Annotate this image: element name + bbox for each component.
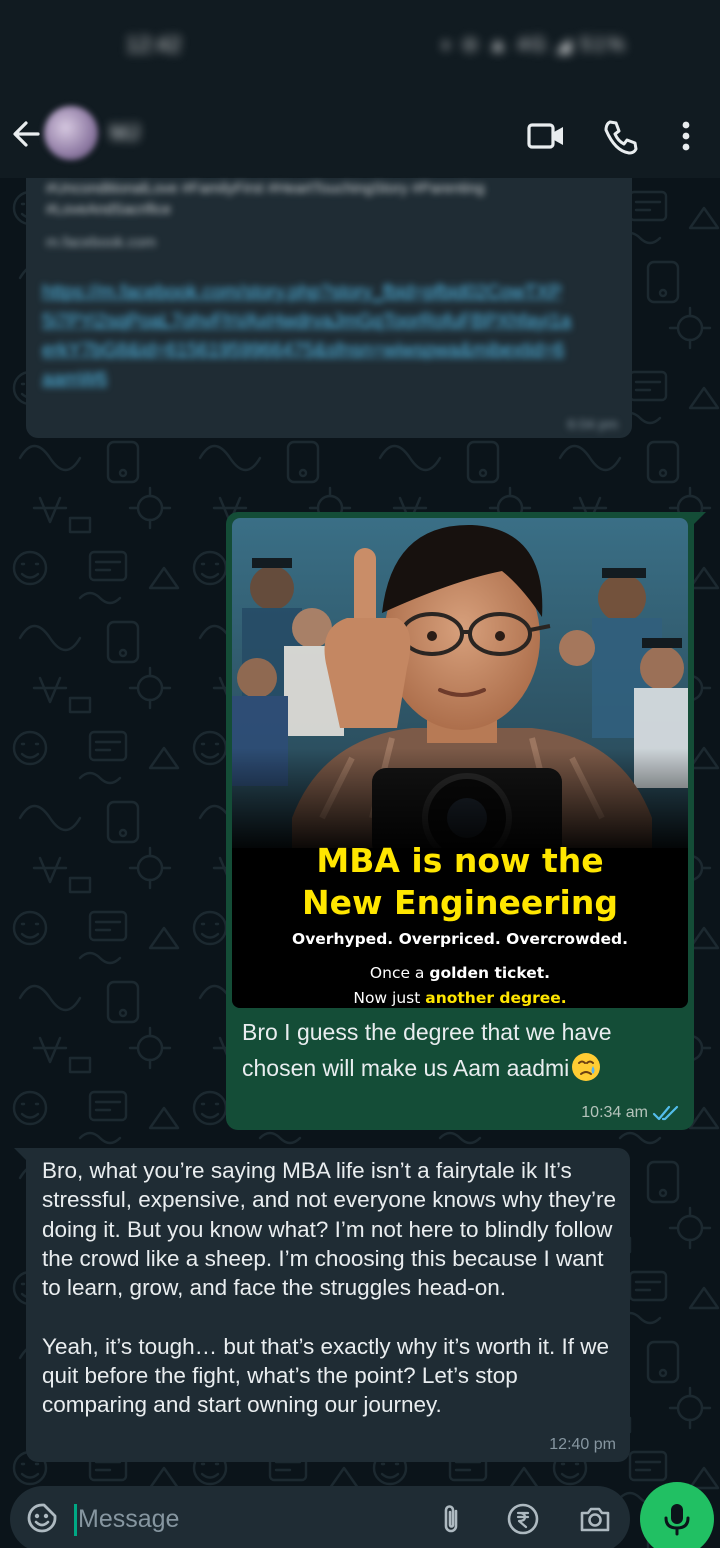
rupee-payment-icon xyxy=(507,1503,539,1535)
link-hashtags: #UnconditionalLove #FamilyFirst #HeartTo… xyxy=(46,180,485,218)
link-message-bubble[interactable]: #UnconditionalLove #FamilyFirst #HeartTo… xyxy=(26,178,632,438)
chat-header: MJ xyxy=(0,90,720,178)
message-time: 6:04 pm xyxy=(567,416,618,432)
attach-button[interactable] xyxy=(436,1502,470,1536)
poster-line3-bold: golden ticket. xyxy=(429,964,551,982)
back-button[interactable] xyxy=(8,114,44,154)
poster-headline: MBA is now the New Engineering xyxy=(232,840,688,924)
avatar[interactable] xyxy=(44,106,98,160)
poster-headline-line1: MBA is now the xyxy=(316,841,604,880)
poster-image[interactable]: MBA is now the New Engineering Overhyped… xyxy=(232,518,688,1008)
more-vert-icon xyxy=(682,121,690,151)
camera-icon xyxy=(580,1507,610,1532)
poster-line3-prefix: Once a xyxy=(369,964,430,982)
attach-icon xyxy=(444,1505,458,1533)
poster-headline-line2: New Engineering xyxy=(302,883,618,922)
bubble-tail xyxy=(692,512,706,526)
double-check-read-icon xyxy=(652,1105,679,1121)
voice-message-button[interactable] xyxy=(640,1482,714,1548)
message-time: 10:34 am xyxy=(581,1104,648,1121)
payment-button[interactable] xyxy=(506,1502,540,1536)
message-input[interactable] xyxy=(78,1498,418,1540)
video-call-icon xyxy=(527,123,563,149)
link-domain: m.facebook.com xyxy=(46,234,157,251)
text-caret xyxy=(74,1504,77,1536)
crying-face-emoji xyxy=(572,1053,601,1081)
message-text: Bro, what you’re saying MBA life isn’t a… xyxy=(42,1158,617,1418)
status-time: 12:42 xyxy=(126,32,182,57)
emoji-sticker-icon xyxy=(27,1503,57,1533)
message-composer xyxy=(10,1486,630,1548)
contact-name[interactable]: MJ xyxy=(110,120,139,146)
voice-call-button[interactable] xyxy=(598,114,642,158)
outgoing-image-message[interactable]: MBA is now the New Engineering Overhyped… xyxy=(226,512,694,1130)
emoji-button[interactable] xyxy=(26,1502,58,1534)
video-call-button[interactable] xyxy=(524,114,568,158)
status-icons: ◗ ⊝ ▲ 4G ◢ 51% xyxy=(440,34,627,56)
chat-screen: 12:42 ◗ ⊝ ▲ 4G ◢ 51% MJ #UnconditionalLo… xyxy=(0,0,720,1548)
poster-line4-highlight: another degree. xyxy=(425,989,567,1007)
poster-line4-prefix: Now just xyxy=(353,989,426,1007)
back-arrow-icon xyxy=(13,121,40,147)
poster-line-another-degree: Now just another degree. xyxy=(232,989,688,1007)
incoming-text-message[interactable]: Bro, what you’re saying MBA life isn’t a… xyxy=(26,1148,630,1462)
caption-text: Bro I guess the degree that we have chos… xyxy=(242,1019,612,1081)
poster-subline: Overhyped. Overpriced. Overcrowded. xyxy=(292,930,628,948)
link-url[interactable]: https://m.facebook.com/story.php?story_f… xyxy=(42,278,572,394)
poster-line-golden-ticket: Once a golden ticket. xyxy=(232,964,688,982)
status-bar: 12:42 ◗ ⊝ ▲ 4G ◢ 51% xyxy=(0,0,720,90)
mic-icon xyxy=(664,1504,690,1536)
message-time: 12:40 pm xyxy=(549,1436,616,1453)
camera-button[interactable] xyxy=(578,1502,612,1536)
phone-icon xyxy=(604,120,638,155)
menu-button[interactable] xyxy=(666,114,710,158)
message-caption: Bro I guess the degree that we have chos… xyxy=(242,1014,682,1086)
